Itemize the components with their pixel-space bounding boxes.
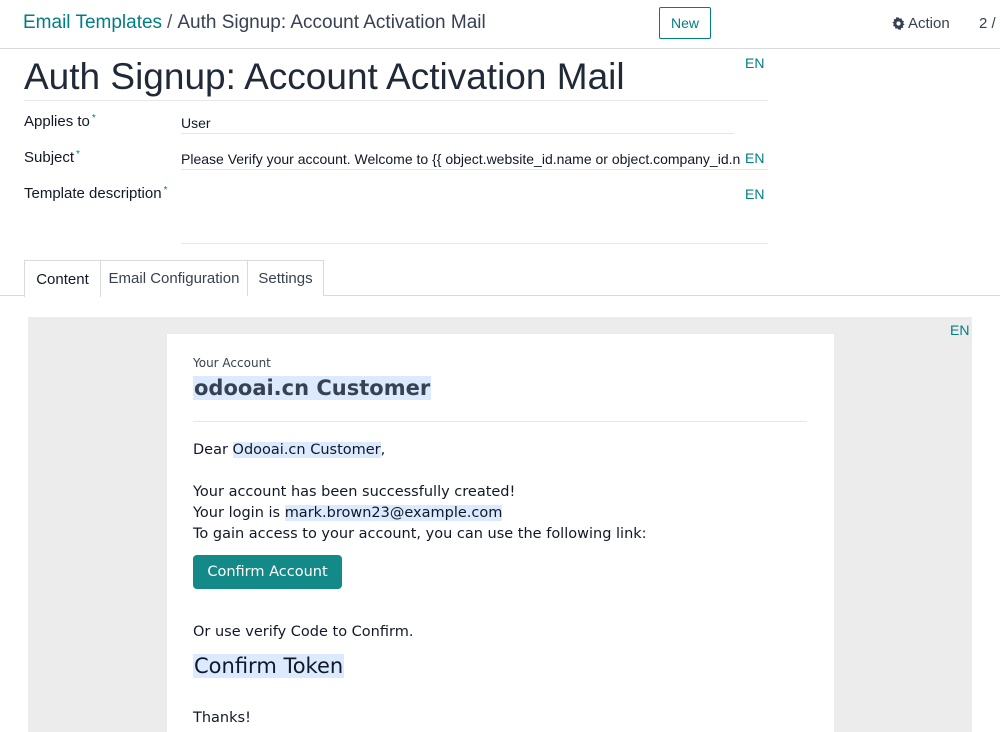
template-description-field[interactable] xyxy=(181,187,741,237)
confirm-account-button[interactable]: Confirm Account xyxy=(193,555,342,589)
breadcrumb: Email Templates / Auth Signup: Account Act… xyxy=(23,12,486,34)
email-divider xyxy=(193,421,807,422)
notebook-tabs: Content Email Configuration Settings xyxy=(0,260,1000,297)
subject-language-button[interactable]: EN xyxy=(745,150,764,166)
gear-icon xyxy=(892,17,905,30)
control-panel: Email Templates / Auth Signup: Account Act… xyxy=(0,0,1000,49)
subject-underline xyxy=(181,169,768,170)
record-title[interactable]: Auth Signup: Account Activation Mail xyxy=(24,56,625,98)
action-menu-button[interactable]: Action xyxy=(892,15,950,32)
template-description-label: Template description * xyxy=(24,185,167,202)
subject-label-text: Subject xyxy=(24,149,75,166)
breadcrumb-email-templates-link[interactable]: Email Templates xyxy=(23,12,162,33)
your-account-label: Your Account xyxy=(193,356,271,370)
login-line: Your login is mark.brown23@example.com xyxy=(193,505,503,521)
applies-to-label: Applies to * xyxy=(24,113,96,130)
customer-heading: odooai.cn Customer xyxy=(193,376,432,400)
title-language-button[interactable]: EN xyxy=(745,55,764,71)
applies-to-underline xyxy=(181,133,734,134)
greeting-prefix: Dear xyxy=(193,442,233,458)
applies-to-label-text: Applies to xyxy=(24,113,90,130)
subject-label: Subject * xyxy=(24,149,80,166)
access-instruction-line: To gain access to your account, you can … xyxy=(193,526,647,542)
pager[interactable]: 2 / xyxy=(979,15,996,32)
breadcrumb-separator: / xyxy=(167,12,173,33)
required-mark: * xyxy=(76,149,80,160)
applies-to-field[interactable]: User xyxy=(181,115,731,131)
login-prefix: Your login is xyxy=(193,505,285,521)
description-language-button[interactable]: EN xyxy=(745,186,764,202)
tab-content[interactable]: Content xyxy=(24,260,101,297)
template-description-label-text: Template description xyxy=(24,185,162,202)
required-mark: * xyxy=(91,113,96,124)
description-underline xyxy=(181,243,768,244)
title-underline xyxy=(24,100,768,101)
required-mark: * xyxy=(163,185,168,196)
breadcrumb-current-record: Auth Signup: Account Activation Mail xyxy=(177,12,486,33)
subject-field[interactable]: Please Verify your account. Welcome to {… xyxy=(181,151,741,167)
greeting-name-placeholder: Odooai.cn Customer xyxy=(232,442,381,458)
greeting-suffix: , xyxy=(380,442,386,458)
thanks-line: Thanks! xyxy=(193,710,251,726)
action-label: Action xyxy=(908,15,950,32)
confirm-token-placeholder: Confirm Token xyxy=(193,654,345,678)
tab-settings[interactable]: Settings xyxy=(247,260,324,296)
new-button[interactable]: New xyxy=(659,7,711,39)
account-created-line: Your account has been successfully creat… xyxy=(193,484,516,500)
verify-code-line: Or use verify Code to Confirm. xyxy=(193,624,414,640)
greeting-line: Dear Odooai.cn Customer, xyxy=(193,442,385,458)
login-email-placeholder: mark.brown23@example.com xyxy=(284,505,503,521)
tab-email-configuration[interactable]: Email Configuration xyxy=(100,260,248,296)
body-language-button[interactable]: EN xyxy=(950,322,969,338)
